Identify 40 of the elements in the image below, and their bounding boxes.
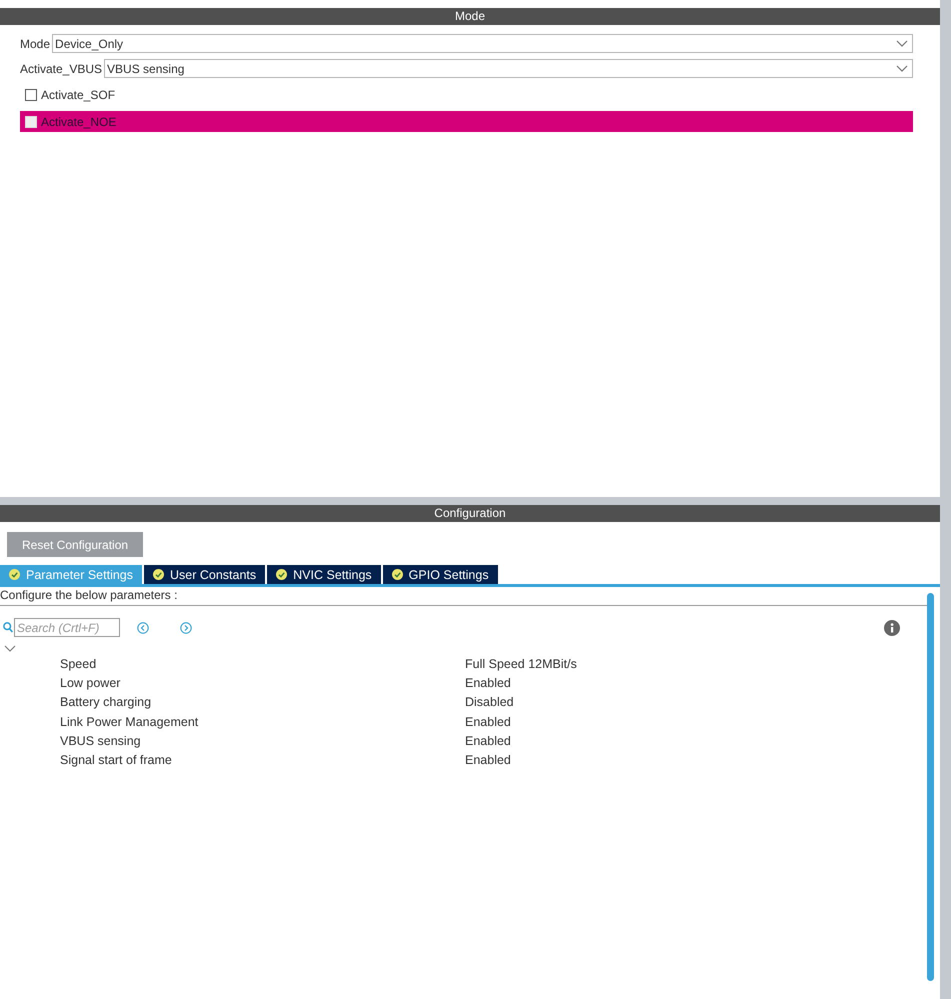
previous-button[interactable]: [137, 622, 149, 634]
tab[interactable]: User Constants: [144, 565, 266, 584]
info-icon: [884, 620, 900, 636]
parameter-name: VBUS sensing: [59, 734, 142, 748]
panel-header: Mode: [0, 8, 940, 25]
panel-header: Configuration: [0, 505, 940, 522]
check-circle-icon: [276, 569, 288, 580]
parameter-name: Signal start of frame: [59, 753, 173, 768]
tab[interactable]: GPIO Settings: [382, 565, 498, 584]
search-field[interactable]: Search (Crtl+F): [14, 618, 120, 637]
hint-text: Configure the below parameters :: [0, 587, 927, 606]
scrollbar-thumb[interactable]: [927, 593, 934, 981]
next-button[interactable]: [180, 622, 192, 634]
parameter-value: Full Speed 12MBit/s: [465, 656, 577, 671]
parameter-value: Disabled: [465, 695, 514, 710]
parameter-name: Low power: [59, 676, 122, 690]
parameter-name: Speed: [59, 656, 98, 671]
parameter-name: Battery charging: [59, 695, 152, 710]
chevron-right-icon: [180, 622, 192, 634]
checkbox[interactable]: [25, 88, 37, 100]
check-circle-icon: [9, 569, 20, 580]
chevron-left-icon: [137, 622, 149, 634]
parameter-value: Enabled: [465, 676, 511, 690]
chevron-down-icon[interactable]: [4, 645, 16, 653]
parameter-name: Link Power Management: [59, 714, 200, 729]
check-circle-icon: [153, 569, 164, 580]
field-label: Activate_VBUS: [20, 62, 102, 76]
tab[interactable]: NVIC Settings: [267, 565, 381, 584]
parameter-value: Enabled: [465, 753, 511, 768]
caret-icon: [896, 64, 908, 72]
check-circle-icon: [392, 569, 403, 580]
dropdown[interactable]: VBUS sensing: [104, 59, 913, 78]
checkbox-label: Activate_NOE: [41, 114, 116, 128]
parameter-value: Enabled: [465, 734, 511, 748]
caret-icon: [896, 40, 908, 48]
parameter-value: Enabled: [465, 714, 511, 729]
search-icon: [3, 622, 13, 633]
checkbox-label: Activate_SOF: [41, 88, 116, 102]
dropdown[interactable]: Device_Only: [52, 34, 913, 53]
field-label: Mode: [20, 36, 50, 50]
